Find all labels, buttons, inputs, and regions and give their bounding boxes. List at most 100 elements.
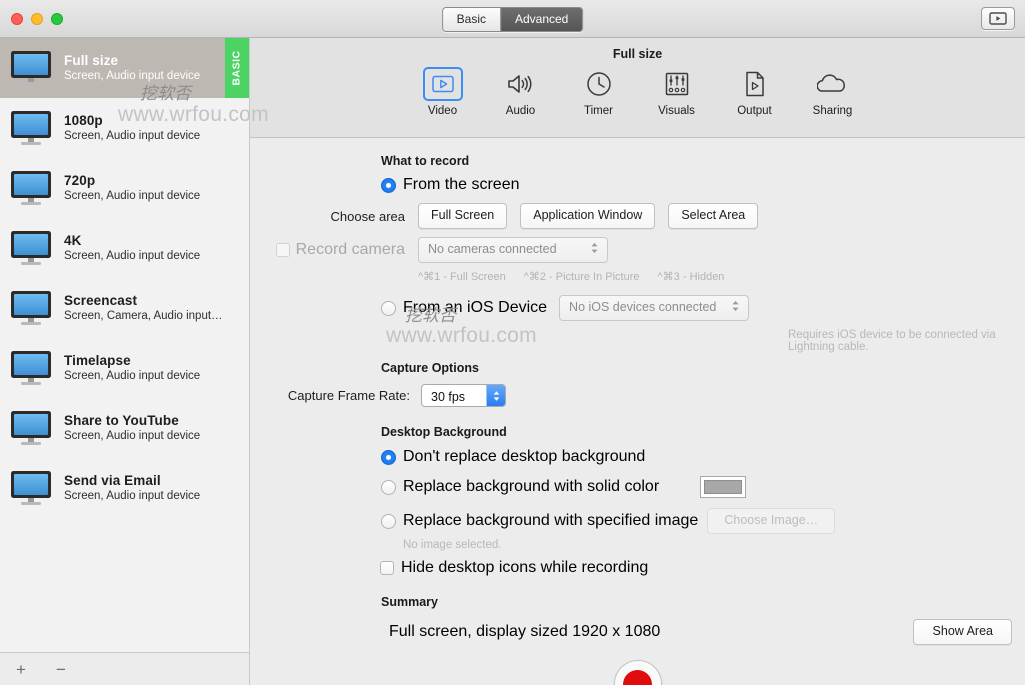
select-area-button[interactable]: Select Area: [668, 203, 758, 229]
radio-replace-with-solid-color[interactable]: [381, 480, 396, 495]
tab-timer[interactable]: Timer: [571, 67, 627, 117]
no-image-text: No image selected.: [403, 539, 501, 551]
sidebar-item-subtitle: Screen, Audio input device: [64, 369, 200, 384]
ios-device-select[interactable]: No iOS devices connected: [559, 295, 749, 321]
full-screen-button[interactable]: Full Screen: [418, 203, 507, 229]
display-icon: [8, 408, 54, 448]
sidebar-item-text: Share to YouTube Screen, Audio input dev…: [64, 412, 200, 444]
sidebar-item-title: Send via Email: [64, 472, 200, 489]
sidebar-item-title: 720p: [64, 172, 200, 189]
from-screen-row: From the screen: [381, 176, 1025, 194]
radio-from-screen[interactable]: [381, 178, 396, 193]
choose-image-button[interactable]: Choose Image…: [707, 508, 835, 534]
radio-from-ios-device[interactable]: [381, 301, 396, 316]
document-play-icon: [735, 67, 775, 101]
ios-device-select-value: No iOS devices connected: [569, 300, 716, 314]
toolbar-items: Video Audio: [250, 67, 1025, 117]
page-title: Full size: [250, 38, 1025, 61]
tab-label: Output: [737, 105, 772, 117]
clock-icon: [579, 67, 619, 101]
app-window: Basic Advanced: [0, 0, 1025, 685]
titlebar-right: [981, 7, 1015, 30]
titlebar: Basic Advanced: [0, 0, 1025, 38]
bg-option-label: Don't replace desktop background: [403, 448, 645, 466]
section-heading-summary: Summary: [381, 595, 1025, 609]
mode-segmented-control[interactable]: Basic Advanced: [442, 7, 584, 32]
section-heading-capture-options: Capture Options: [381, 361, 1025, 375]
window-body: Full size Screen, Audio input device BAS…: [0, 38, 1025, 685]
radio-dont-replace-background[interactable]: [381, 450, 396, 465]
frame-rate-row: Capture Frame Rate: 30 fps: [250, 384, 1025, 407]
display-icon: [8, 468, 54, 508]
from-ios-row: From an iOS Device No iOS devices connec…: [381, 295, 1025, 321]
remove-preset-button[interactable]: −: [48, 657, 74, 681]
frame-rate-stepper[interactable]: 30 fps: [421, 384, 506, 407]
sidebar-item-720p[interactable]: 720p Screen, Audio input device: [0, 158, 249, 218]
tab-audio[interactable]: Audio: [493, 67, 549, 117]
ios-note-row: Requires iOS device to be connected via …: [788, 329, 1025, 353]
sidebar-item-1080p[interactable]: 1080p Screen, Audio input device: [0, 98, 249, 158]
minimize-window-button[interactable]: [31, 13, 43, 25]
hide-icons-row: Hide desktop icons while recording: [380, 559, 1025, 577]
zoom-window-button[interactable]: [51, 13, 63, 25]
settings-toolbar: Full size Video: [250, 38, 1025, 138]
sidebar-item-subtitle: Screen, Audio input device: [64, 489, 200, 504]
record-dot-icon: [623, 670, 652, 685]
sidebar-footer: + −: [0, 652, 249, 685]
application-window-button[interactable]: Application Window: [520, 203, 655, 229]
sidebar-item-title: Screencast: [64, 292, 223, 309]
close-window-button[interactable]: [11, 13, 23, 25]
sidebar-item-share-to-youtube[interactable]: Share to YouTube Screen, Audio input dev…: [0, 398, 249, 458]
sidebar-item-timelapse[interactable]: Timelapse Screen, Audio input device: [0, 338, 249, 398]
section-heading-what-to-record: What to record: [381, 154, 1025, 168]
shortcut-picture-in-picture: ^⌘2 - Picture In Picture: [524, 270, 640, 283]
checkbox-record-camera[interactable]: [276, 243, 290, 257]
sidebar-item-send-via-email[interactable]: Send via Email Screen, Audio input devic…: [0, 458, 249, 518]
sidebar-item-title: 4K: [64, 232, 200, 249]
tab-label: Timer: [584, 105, 613, 117]
checkbox-hide-desktop-icons[interactable]: [380, 561, 394, 575]
choose-area-row: Choose area Full Screen Application Wind…: [250, 203, 1025, 229]
tab-basic[interactable]: Basic: [443, 8, 501, 31]
camera-shortcuts-row: ^⌘1 - Full Screen ^⌘2 - Picture In Pictu…: [418, 270, 1025, 283]
record-button[interactable]: [614, 660, 662, 685]
sidebar-item-screencast[interactable]: Screencast Screen, Camera, Audio input…: [0, 278, 249, 338]
sidebar-item-text: 1080p Screen, Audio input device: [64, 112, 200, 144]
presets-sidebar: Full size Screen, Audio input device BAS…: [0, 38, 250, 685]
badge-label: BASIC: [231, 50, 243, 85]
record-row: [250, 660, 1025, 685]
tab-output[interactable]: Output: [727, 67, 783, 117]
tab-sharing[interactable]: Sharing: [805, 67, 861, 117]
sidebar-item-full-size[interactable]: Full size Screen, Audio input device BAS…: [0, 38, 249, 98]
stepper-arrows-icon[interactable]: [486, 385, 505, 406]
tab-video[interactable]: Video: [415, 67, 471, 117]
sidebar-item-4k[interactable]: 4K Screen, Audio input device: [0, 218, 249, 278]
cloud-icon: [813, 67, 853, 101]
sidebar-item-title: 1080p: [64, 112, 200, 129]
camera-select[interactable]: No cameras connected: [418, 237, 608, 263]
main-pane: Full size Video: [250, 38, 1025, 685]
tab-label: Audio: [506, 105, 535, 117]
play-in-box-icon[interactable]: [981, 7, 1015, 30]
display-icon: [8, 348, 54, 388]
status-badge: BASIC: [225, 38, 249, 98]
tab-visuals[interactable]: Visuals: [649, 67, 705, 117]
shortcut-hidden: ^⌘3 - Hidden: [658, 270, 725, 283]
show-area-button[interactable]: Show Area: [913, 619, 1012, 645]
add-preset-button[interactable]: +: [8, 657, 34, 681]
sidebar-item-title: Full size: [64, 52, 200, 69]
display-icon: [8, 228, 54, 268]
tab-label: Sharing: [813, 105, 853, 117]
record-camera-label: Record camera: [296, 241, 405, 259]
color-swatch-fill: [704, 480, 742, 494]
display-icon: [8, 288, 54, 328]
from-ios-label: From an iOS Device: [403, 299, 547, 317]
frame-rate-value: 30 fps: [422, 385, 486, 406]
radio-replace-with-specified-image[interactable]: [381, 514, 396, 529]
tab-label: Visuals: [658, 105, 695, 117]
bg-option-specified-image-row: Replace background with specified image …: [381, 508, 1025, 534]
tab-advanced[interactable]: Advanced: [501, 8, 582, 31]
display-icon: [8, 168, 54, 208]
chevron-updown-icon: [731, 299, 740, 317]
color-swatch[interactable]: [700, 476, 746, 498]
